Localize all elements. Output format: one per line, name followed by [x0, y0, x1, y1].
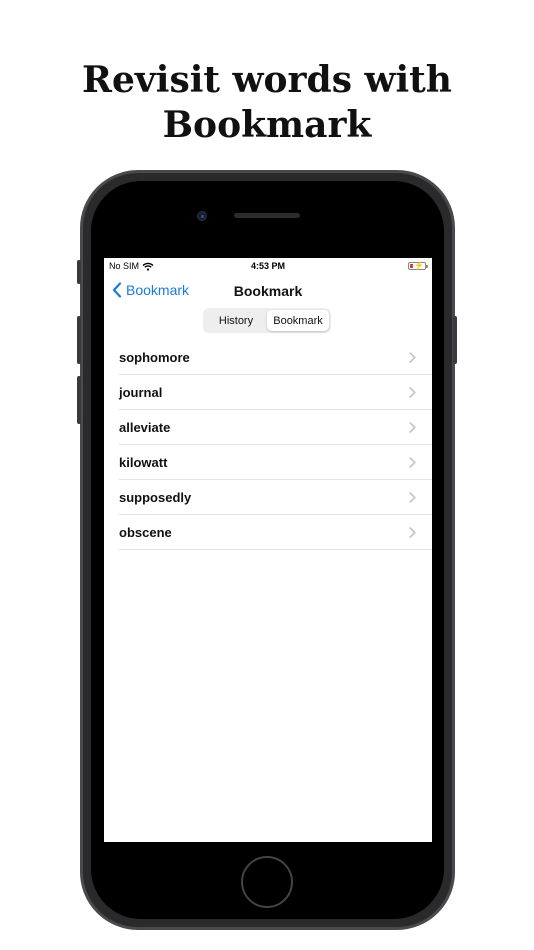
status-bar: No SIM 4:53 PM ⚡	[104, 258, 432, 274]
chevron-right-icon	[409, 387, 416, 398]
charging-bolt-icon: ⚡	[414, 261, 424, 270]
battery-level	[410, 264, 413, 268]
word-label: alleviate	[119, 419, 171, 435]
word-label: journal	[119, 384, 163, 400]
volume-up-button	[77, 316, 81, 364]
word-label: sophomore	[119, 349, 190, 365]
segmented-control: History Bookmark	[203, 308, 331, 333]
list-item[interactable]: alleviate	[119, 410, 432, 445]
segment-history[interactable]: History	[205, 310, 267, 331]
word-label: kilowatt	[119, 454, 168, 470]
word-label: obscene	[119, 524, 172, 540]
navigation-bar: Bookmark Bookmark	[104, 278, 432, 306]
segment-bookmark[interactable]: Bookmark	[267, 310, 329, 331]
marketing-headline: Revisit words with Bookmark	[0, 58, 534, 148]
list-item[interactable]: sophomore	[119, 340, 432, 375]
battery-icon: ⚡	[408, 261, 428, 270]
chevron-right-icon	[409, 457, 416, 468]
chevron-right-icon	[409, 422, 416, 433]
page-title: Bookmark	[233, 283, 303, 299]
mute-switch	[77, 260, 81, 284]
chevron-right-icon	[409, 527, 416, 538]
chevron-right-icon	[409, 492, 416, 503]
chevron-right-icon	[409, 352, 416, 363]
headline-line-1: Revisit words with	[82, 59, 452, 101]
list-item[interactable]: obscene	[119, 515, 432, 550]
app-screen: No SIM 4:53 PM ⚡ Bookmark Bookmark Histo…	[104, 258, 432, 842]
home-button[interactable]	[241, 856, 293, 908]
power-button	[453, 316, 457, 364]
earpiece-speaker	[234, 213, 300, 218]
word-label: supposedly	[119, 489, 192, 505]
headline-line-2: Bookmark	[162, 104, 372, 146]
list-item[interactable]: journal	[119, 375, 432, 410]
list-item[interactable]: supposedly	[119, 480, 432, 515]
list-item[interactable]: kilowatt	[119, 445, 432, 480]
bookmark-list: sophomore journal alleviate kilowatt sup…	[104, 340, 432, 550]
front-camera	[197, 211, 207, 221]
status-time: 4:53 PM	[250, 261, 285, 271]
volume-down-button	[77, 376, 81, 424]
